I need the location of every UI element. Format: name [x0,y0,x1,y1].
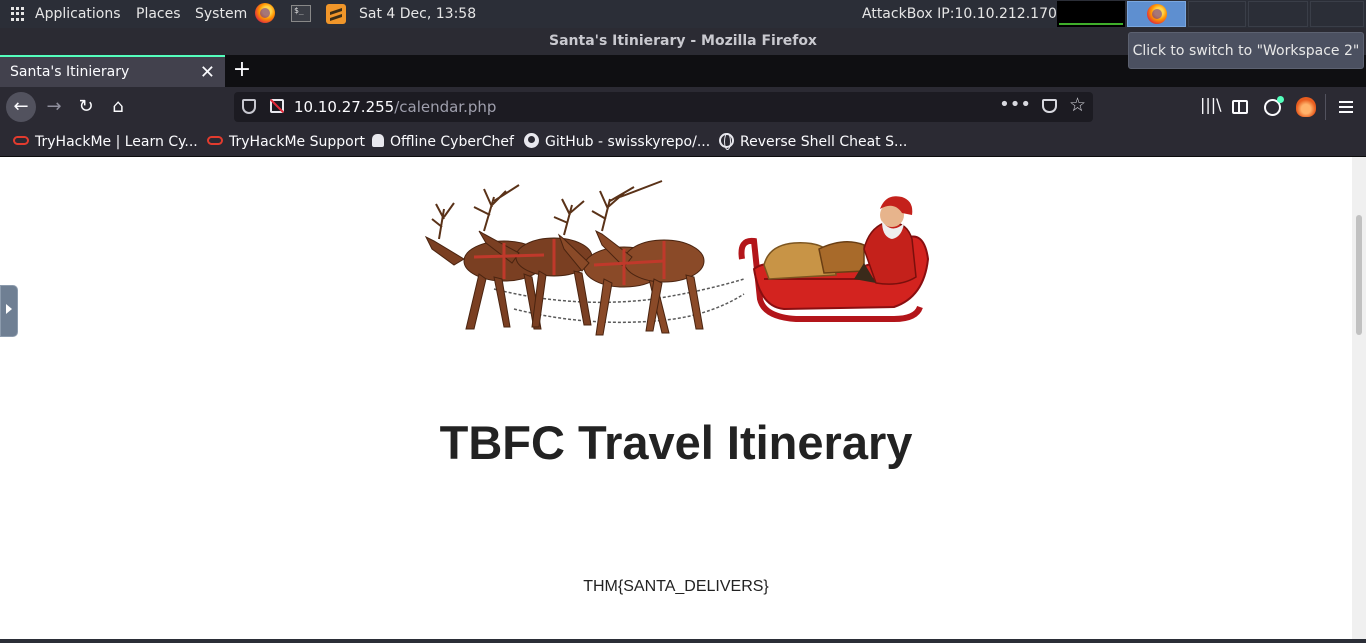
tab-santas-itinerary[interactable]: Santa's Itinierary ✕ [0,55,225,87]
url-path: /calendar.php [394,98,497,116]
page-actions-icon[interactable]: ••• [999,94,1031,115]
desktop-top-panel: Applications Places System $_ Sat 4 Dec,… [0,0,1366,28]
hamburger-menu-icon[interactable] [1339,101,1353,113]
applications-menu[interactable]: Applications [35,0,121,28]
side-panel-handle[interactable] [0,285,18,337]
apps-grid-icon[interactable] [11,7,25,21]
scrollbar-thumb[interactable] [1356,215,1362,335]
bookmark-label: Reverse Shell Cheat S... [740,134,908,150]
bookmark-tryhackme[interactable]: TryHackMe | Learn Cy... [13,133,198,151]
toolbar-divider [1325,94,1326,120]
flag-text: THM{SANTA_DELIVERS} [583,578,769,595]
window-bottom-edge [0,639,1366,643]
bookmark-star-icon[interactable]: ☆ [1069,94,1086,116]
library-icon[interactable]: |||\ [1200,95,1222,114]
system-monitor-graph [1057,1,1125,27]
pocket-icon[interactable] [1042,99,1057,113]
globe-icon [719,132,734,150]
cloud-icon [207,135,223,145]
cloud-icon [13,135,29,145]
url-text[interactable]: 10.10.27.255/calendar.php [294,98,496,116]
bookmarks-toolbar: TryHackMe | Learn Cy... TryHackMe Suppor… [0,127,1366,157]
tracking-shield-icon[interactable] [242,99,256,114]
workspace-4-button[interactable] [1310,1,1364,27]
firefox-launcher-icon[interactable] [255,3,275,23]
new-tab-icon[interactable]: + [231,57,253,85]
bookmark-cyberchef[interactable]: Offline CyberChef [372,133,514,151]
close-icon[interactable]: ✕ [200,62,215,83]
system-menu[interactable]: System [195,0,247,28]
page-heading: TBFC Travel Itinerary [439,416,913,469]
workspace-2-button[interactable] [1188,1,1246,27]
bookmark-tryhackme-support[interactable]: TryHackMe Support [207,133,365,151]
page-content: TBFC Travel Itinerary THM{SANTA_DELIVERS… [0,157,1366,643]
bookmark-label: Offline CyberChef [390,134,514,150]
attackbox-ip: AttackBox IP:10.10.212.170 [862,6,1057,22]
santa-sleigh-image [424,180,930,336]
bookmark-label: GitHub - swisskyrepo/... [545,134,711,150]
bookmark-github[interactable]: GitHub - swisskyrepo/... [524,132,711,151]
bookmark-reverse-shell[interactable]: Reverse Shell Cheat S... [719,132,908,151]
insecure-lock-icon[interactable] [270,99,284,113]
bookmark-label: TryHackMe | Learn Cy... [35,134,198,150]
chef-icon [372,133,384,147]
bookmark-label: TryHackMe Support [229,134,365,150]
sublime-launcher-icon[interactable] [326,4,346,24]
forward-arrow-icon[interactable]: → [40,93,68,121]
reload-icon[interactable]: ↻ [72,93,100,121]
workspace-tooltip: Click to switch to "Workspace 2" [1128,32,1364,69]
home-icon[interactable]: ⌂ [104,93,132,121]
url-host: 10.10.27.255 [294,98,395,116]
terminal-launcher-icon[interactable]: $_ [291,5,311,22]
tab-title: Santa's Itinierary [10,64,130,80]
firefox-window-icon [1147,4,1167,24]
places-menu[interactable]: Places [136,0,181,28]
sidebar-icon[interactable] [1232,100,1248,114]
vertical-scrollbar[interactable] [1352,157,1366,643]
nav-toolbar: ← → ↻ ⌂ 10.10.27.255/calendar.php ••• ☆ … [0,87,1366,127]
back-arrow-icon[interactable]: ← [6,92,36,122]
account-icon[interactable] [1264,96,1284,116]
workspace-1-button[interactable] [1127,1,1186,27]
workspace-3-button[interactable] [1248,1,1308,27]
url-bar[interactable]: 10.10.27.255/calendar.php ••• ☆ [234,92,1093,122]
foxyproxy-icon[interactable] [1296,97,1316,117]
github-icon [524,132,539,148]
clock[interactable]: Sat 4 Dec, 13:58 [359,0,476,28]
expand-arrow-icon [6,304,12,314]
